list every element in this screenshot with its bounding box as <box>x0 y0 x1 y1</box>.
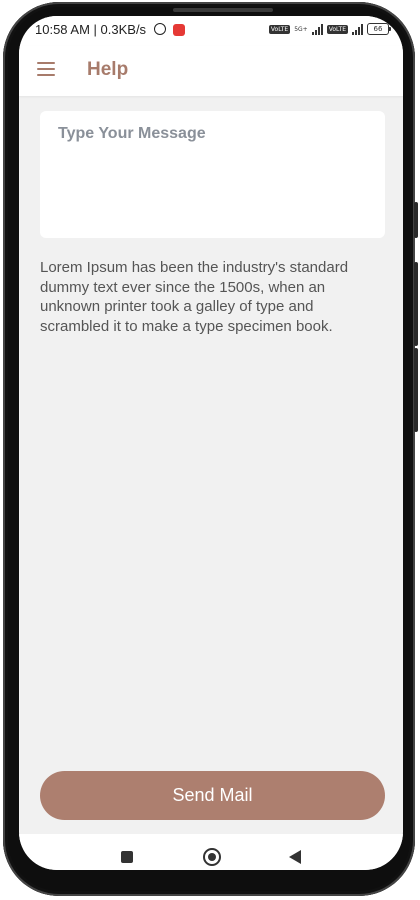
speaker-grille <box>173 8 273 12</box>
status-bar: 10:58 AM | 0.3KB/s VoLTE 5G+ VoLTE 66 <box>19 16 403 46</box>
signal-icon <box>311 23 323 35</box>
network-type-label: 5G+ <box>294 25 308 33</box>
help-description: Lorem Ipsum has been the industry's stan… <box>40 259 349 335</box>
status-time-group: 10:58 AM | 0.3KB/s <box>35 22 186 37</box>
home-circle-icon[interactable] <box>203 848 221 866</box>
alarm-icon <box>153 23 166 35</box>
signal-icon-2 <box>352 23 363 35</box>
back-triangle-icon[interactable] <box>289 850 301 864</box>
recents-square-icon[interactable] <box>121 851 133 863</box>
volume-up-button <box>414 262 418 346</box>
notification-app-icon <box>173 24 186 36</box>
message-input[interactable] <box>40 111 385 238</box>
phone-frame: 10:58 AM | 0.3KB/s VoLTE 5G+ VoLTE 66 He… <box>3 2 418 896</box>
volume-down-button <box>414 348 418 432</box>
battery-icon: 66 <box>367 23 391 35</box>
volte-label-2: VoLTE <box>326 24 348 34</box>
app-bar: Help <box>19 46 403 96</box>
volte-label: VoLTE <box>268 24 291 34</box>
status-time: 10:58 AM | 0.3KB/s <box>35 22 147 37</box>
send-mail-button[interactable]: Send Mail <box>40 771 385 820</box>
status-indicators: VoLTE 5G+ VoLTE 66 <box>268 23 391 35</box>
page-title: Help <box>87 59 129 80</box>
system-nav-bar <box>19 834 403 870</box>
side-button <box>414 202 418 238</box>
screen: 10:58 AM | 0.3KB/s VoLTE 5G+ VoLTE 66 He… <box>19 16 403 870</box>
hamburger-menu-icon[interactable] <box>37 62 55 76</box>
